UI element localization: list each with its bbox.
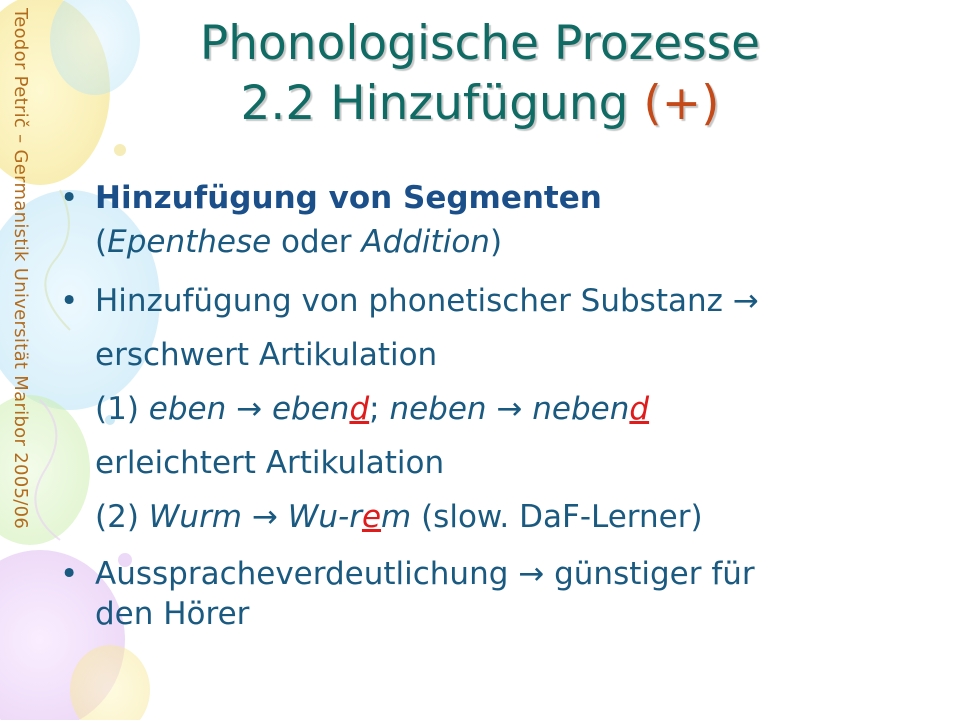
added-segment: e [361,499,382,535]
bullet-heading: Hinzufügung von Segmenten [95,180,602,216]
arrow-icon: → [251,499,278,535]
bullet-line-4: erleichtert Artikulation [95,445,445,481]
bullet-dot: • [60,556,79,592]
arrow-icon: → [496,391,523,427]
title-accent: (+) [643,76,720,131]
slide-title: Phonologische Prozesse 2.2 Hinzufügung (… [80,14,880,134]
bullet-line-2: erschwert Artikulation [95,337,438,373]
side-credit: Teodor Petrič – Germanistik Universität … [10,8,31,530]
term-epenthese: Epenthese [107,224,272,260]
bullet-epenthesis: • Hinzufügung von Segmenten (Epenthese o… [60,176,940,264]
bullet-line-2: den Hörer [95,596,250,632]
added-segment: d [629,391,650,427]
example-2: (2) Wurm → Wu-rem (slow. DaF-Lerner) [95,499,703,535]
arrow-icon: → [236,391,263,427]
bullet-dot: • [60,283,79,319]
bullet-phonetic-substance: • Hinzufügung von phonetischer Substanz … [60,274,940,544]
bullet-subline: (Epenthese oder Addition) [95,224,503,260]
added-segment: d [349,391,370,427]
bullet-pronunciation: • Ausspracheverdeutlichung → günstiger f… [60,554,940,634]
term-addition: Addition [361,224,490,260]
arrow-icon: → [732,283,759,319]
arrow-icon: → [518,556,545,592]
example-1: (1) eben → ebend; neben → nebend [95,391,650,427]
slide-body: • Hinzufügung von Segmenten (Epenthese o… [60,176,940,634]
bullet-line-1: Ausspracheverdeutlichung → günstiger für [95,556,755,592]
slide: Teodor Petrič – Germanistik Universität … [0,0,960,720]
bullet-dot: • [60,180,79,216]
title-line-2: 2.2 Hinzufügung (+) [240,76,720,131]
bullet-line-1: Hinzufügung von phonetischer Substanz → [95,283,759,319]
title-line-1: Phonologische Prozesse [199,16,761,71]
